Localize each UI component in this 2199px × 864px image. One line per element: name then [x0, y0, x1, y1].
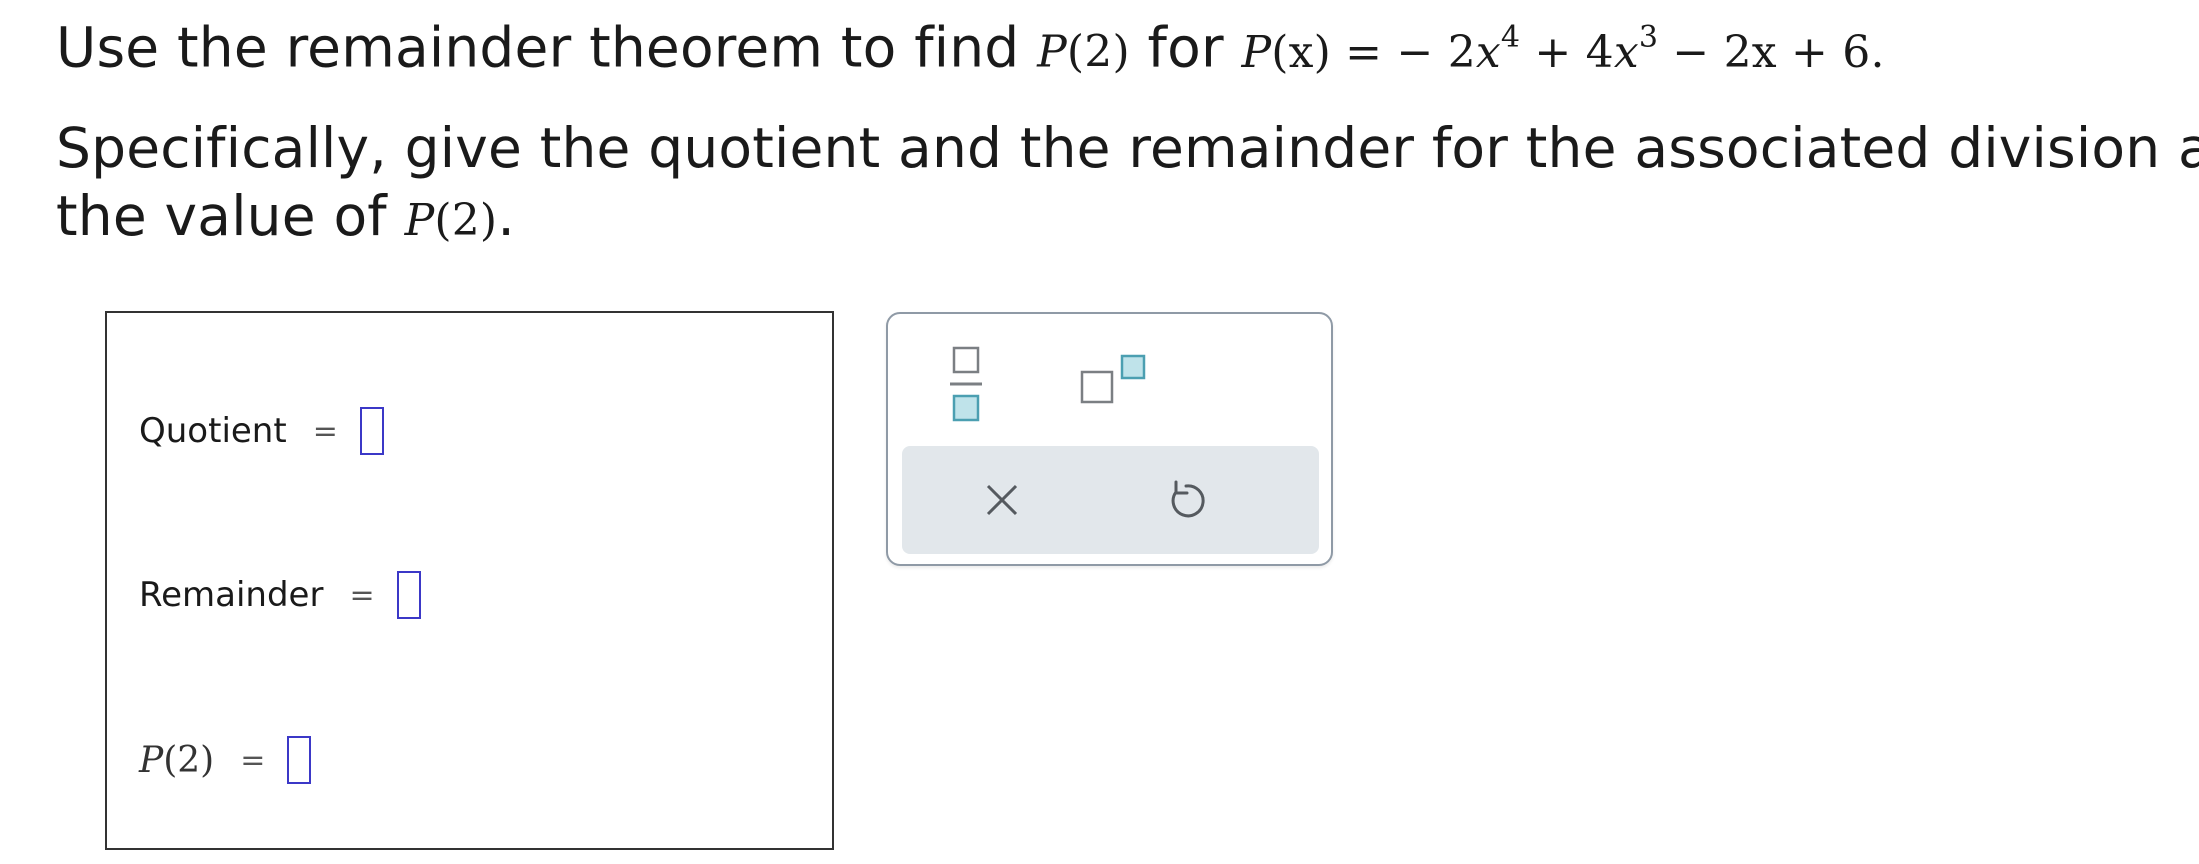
- question-line-2: Specifically, give the quotient and the …: [56, 116, 2199, 180]
- toolbar-action-bar: [902, 446, 1319, 554]
- math-toolbar: [886, 312, 1333, 566]
- quotient-input[interactable]: [359, 407, 384, 455]
- fraction-icon: [950, 346, 982, 422]
- p2-row: P(2) =: [139, 730, 312, 790]
- undo-button[interactable]: [1156, 470, 1216, 530]
- equals-sign: =: [312, 413, 338, 449]
- quotient-row: Quotient =: [139, 401, 384, 461]
- superscript-icon: [1080, 354, 1146, 404]
- answer-panel: Quotient = Remainder = P(2) =: [105, 311, 834, 850]
- p2-label: P(2): [139, 739, 215, 781]
- question-line-1: Use the remainder theorem to find P(2) f…: [56, 8, 1885, 87]
- question-text: Use the remainder theorem to find: [56, 15, 1038, 80]
- question-text: for: [1129, 15, 1242, 80]
- clear-button[interactable]: [972, 470, 1032, 530]
- p-of-2-expression: P(2): [1037, 26, 1130, 78]
- polynomial-expression: P(x) = − 2x4 + 4x3 − 2x + 6.: [1241, 20, 1885, 78]
- question-line-3: the value of P(2).: [56, 184, 515, 248]
- p2-input[interactable]: [287, 736, 312, 784]
- remainder-input[interactable]: [396, 571, 421, 619]
- remainder-row: Remainder =: [139, 565, 421, 625]
- remainder-label: Remainder: [139, 575, 324, 615]
- superscript-button[interactable]: [1078, 350, 1152, 410]
- question-text: the value of: [56, 184, 405, 248]
- close-icon: [986, 484, 1018, 516]
- fraction-button[interactable]: [942, 344, 990, 424]
- p-of-2-expression: P(2): [404, 195, 498, 246]
- quotient-label: Quotient: [139, 411, 287, 451]
- equals-sign: =: [240, 742, 266, 778]
- undo-icon: [1171, 480, 1205, 518]
- equals-sign: =: [349, 577, 375, 613]
